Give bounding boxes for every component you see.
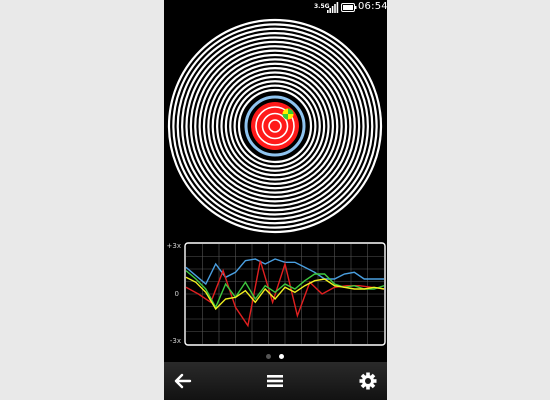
page-indicator — [164, 352, 387, 360]
settings-gear-icon — [359, 372, 377, 390]
menu-button[interactable] — [264, 371, 286, 391]
clock: 06:54 — [358, 1, 387, 12]
page-dot-2-active[interactable] — [279, 354, 284, 359]
y-axis-max-label: +3x — [166, 242, 181, 250]
back-button[interactable] — [172, 371, 194, 391]
concentric-target — [167, 18, 383, 234]
back-arrow-icon — [174, 373, 192, 389]
settings-button[interactable] — [357, 371, 379, 391]
bottom-toolbar — [164, 362, 387, 400]
y-axis-zero-label: 0 — [174, 290, 179, 298]
y-axis-min-label: -3x — [169, 337, 181, 345]
app-screen: 3.5G 06:54 +3x 0 -3x — [164, 0, 387, 400]
page-dot-1[interactable] — [266, 354, 271, 359]
battery-icon — [341, 3, 357, 12]
status-bar: 3.5G 06:54 — [164, 0, 387, 15]
line-chart — [184, 242, 386, 346]
menu-icon — [267, 375, 283, 387]
position-marker — [282, 108, 294, 120]
signal-icon — [327, 2, 339, 13]
target-display — [164, 15, 387, 240]
target-center-disc — [251, 102, 299, 150]
sensor-graph: +3x 0 -3x — [164, 238, 387, 348]
